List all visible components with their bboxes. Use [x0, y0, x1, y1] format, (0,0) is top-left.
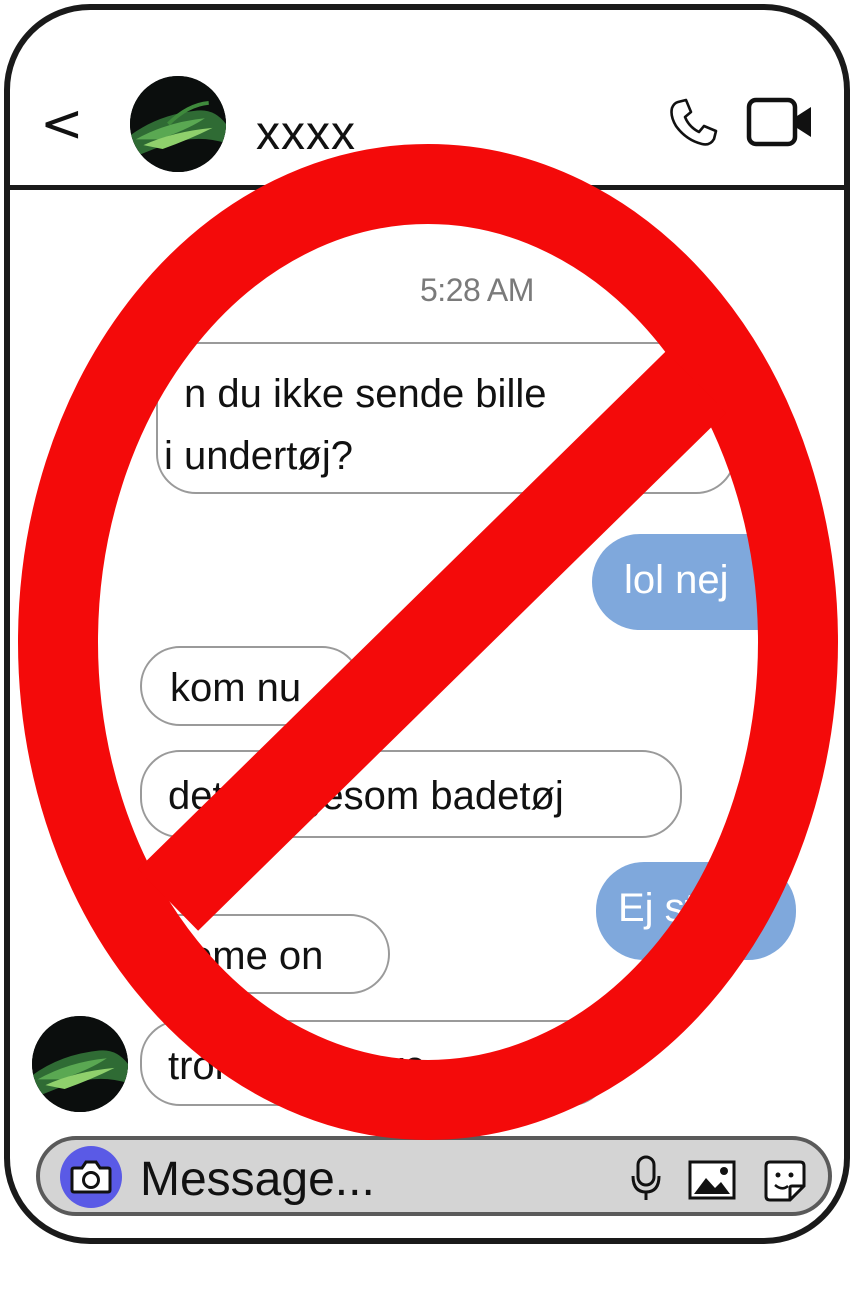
image-icon[interactable]	[688, 1160, 736, 1200]
phone-icon[interactable]	[666, 96, 720, 150]
incoming-message[interactable]: kom nu	[140, 646, 362, 726]
message-composer[interactable]: Message...	[36, 1136, 832, 1216]
message-text: lol nej	[624, 558, 729, 602]
contact-name[interactable]: xxxx	[256, 106, 356, 161]
message-text: n du ikke sende bille	[184, 372, 547, 416]
chat-header: < xxxx	[10, 10, 844, 190]
message-text: tror du hvar ve	[168, 1044, 426, 1088]
message-text: come on	[170, 934, 324, 978]
camera-icon	[70, 1160, 112, 1194]
message-input[interactable]: Message...	[140, 1152, 375, 1207]
message-text: det er ligesom badetøj	[168, 774, 564, 818]
incoming-message[interactable]: tror du hvar ve	[140, 1020, 610, 1106]
contact-avatar[interactable]	[130, 76, 226, 172]
sticker-icon[interactable]	[762, 1158, 808, 1204]
outgoing-message[interactable]: lol nej	[592, 534, 832, 630]
message-text: kom nu	[170, 666, 302, 710]
incoming-message[interactable]: come on	[140, 914, 390, 994]
message-text: i undertøj?	[164, 434, 353, 478]
avatar-image	[130, 76, 226, 172]
message-text: Ej stop	[618, 886, 741, 930]
microphone-icon[interactable]	[628, 1154, 664, 1202]
back-button[interactable]: <	[40, 98, 84, 150]
message-timestamp: 5:28 AM	[420, 272, 534, 308]
avatar-image	[32, 1016, 128, 1112]
sender-avatar[interactable]	[32, 1016, 128, 1112]
outgoing-message[interactable]: Ej stop	[596, 862, 796, 960]
chat-window: < xxxx 5:28 AM n du ikke sende bille i u…	[4, 4, 850, 1244]
camera-button[interactable]	[60, 1146, 122, 1208]
incoming-message[interactable]: det er ligesom badetøj	[140, 750, 682, 838]
video-camera-icon[interactable]	[746, 96, 814, 148]
incoming-message[interactable]: n du ikke sende bille i undertøj?	[156, 342, 736, 494]
